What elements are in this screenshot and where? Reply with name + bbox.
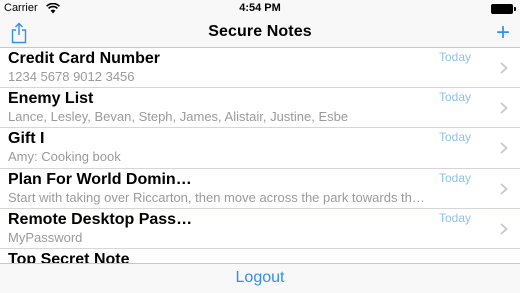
note-title: Credit Card Number (8, 50, 161, 67)
note-title: Top Secret Note (8, 250, 130, 263)
note-date: Today (438, 170, 471, 185)
note-title: Remote Desktop Pass… (8, 210, 193, 228)
list-item[interactable]: Plan For World Domin… Start with taking … (0, 169, 520, 209)
clock: 4:54 PM (239, 2, 281, 14)
notes-list[interactable]: Credit Card Number 1234 5678 9012 3456 T… (0, 48, 520, 263)
chevron-right-icon (500, 102, 508, 114)
list-item[interactable]: Top Secret Note (0, 249, 520, 263)
status-bar: Carrier 4:54 PM (0, 0, 520, 18)
note-title: Plan For World Domin… (8, 170, 192, 188)
chevron-right-icon (500, 182, 508, 195)
note-title: Enemy List (8, 90, 94, 108)
bottom-toolbar: Logout (0, 263, 520, 293)
note-date: Today (438, 50, 471, 64)
note-title: Gift I (8, 130, 45, 148)
page-title: Secure Notes (208, 23, 312, 40)
battery-icon (491, 4, 516, 14)
chevron-right-icon (500, 62, 508, 74)
navigation-bar: Secure Notes + (0, 18, 520, 48)
chevron-right-icon (500, 142, 508, 155)
note-preview: Start with taking over Riccarton, then m… (8, 189, 425, 205)
list-item[interactable]: Enemy List Lance, Lesley, Bevan, Steph, … (0, 88, 520, 129)
note-date: Today (438, 130, 471, 145)
note-date: Today (438, 90, 471, 105)
note-preview: MyPassword (8, 229, 83, 245)
logout-button[interactable]: Logout (0, 269, 520, 287)
chevron-right-icon (500, 223, 508, 235)
note-date: Today (438, 210, 471, 225)
list-item[interactable]: Credit Card Number 1234 5678 9012 3456 T… (0, 48, 520, 89)
note-preview: 1234 5678 9012 3456 (8, 69, 135, 84)
note-preview: Amy: Cooking book (8, 149, 121, 165)
add-note-button[interactable]: + (496, 18, 510, 48)
list-item[interactable]: Remote Desktop Pass… MyPassword Today (0, 209, 520, 249)
list-item[interactable]: Gift I Amy: Cooking book Today (0, 128, 520, 169)
note-preview: Lance, Lesley, Bevan, Steph, James, Alis… (8, 109, 349, 125)
